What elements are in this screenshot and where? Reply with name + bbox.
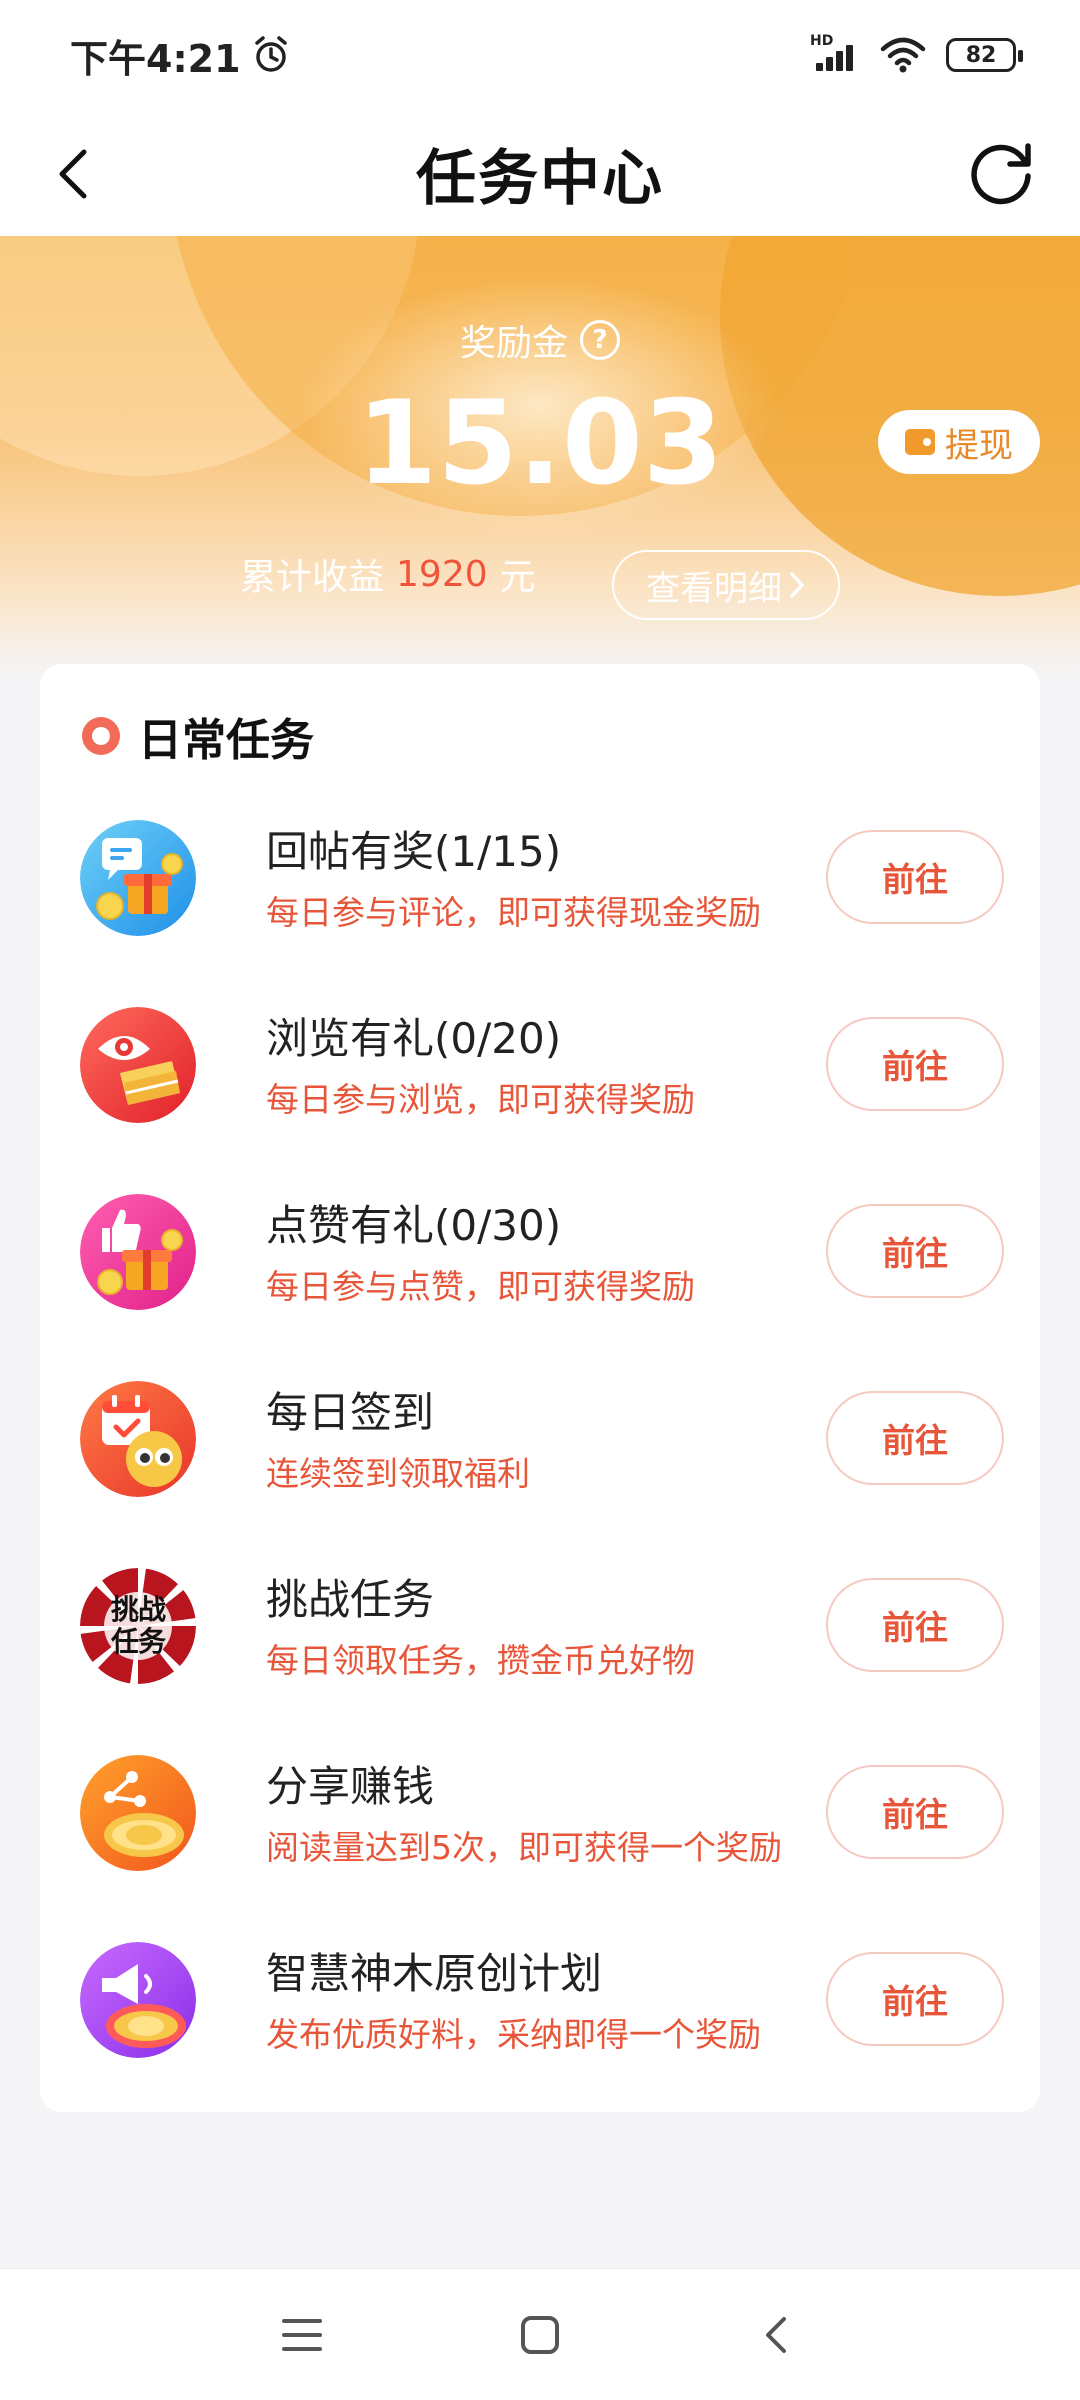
- status-time: 下午4:21: [70, 36, 241, 81]
- task-name: 分享赚钱: [266, 1762, 435, 1811]
- task-description: 每日领取任务，攒金币兑好物: [266, 1641, 695, 1680]
- earnings-value: 1920: [396, 553, 488, 595]
- go-button[interactable]: 前往: [826, 1204, 1004, 1298]
- task-description: 发布优质好料，采纳即得一个奖励: [266, 2015, 761, 2054]
- task-name: 点赞有礼(0/30): [266, 1201, 562, 1250]
- task-item-browse: 浏览有礼(0/20) 每日参与浏览，即可获得奖励 前往: [80, 995, 1004, 1135]
- wifi-icon: [880, 37, 926, 73]
- browse-eye-icon: [80, 1007, 196, 1123]
- total-earnings: 累计收益 1920 元: [240, 548, 536, 600]
- task-name: 智慧神木原创计划: [266, 1949, 603, 1998]
- challenge-badge-icon: 挑战 任务: [80, 1568, 196, 1684]
- section-dot-icon: [82, 717, 120, 755]
- share-coin-icon: [80, 1755, 196, 1871]
- task-description: 阅读量达到5次，即可获得一个奖励: [266, 1828, 782, 1867]
- task-item-reply: 回帖有奖(1/15) 每日参与评论，即可获得现金奖励 前往: [80, 808, 1004, 948]
- reward-label: 奖励金: [459, 323, 568, 364]
- refresh-icon: [971, 143, 1031, 205]
- thumbs-up-gift-icon: [80, 1194, 196, 1310]
- reward-label-row: 奖励金 ?: [0, 314, 1080, 366]
- go-button[interactable]: 前往: [826, 1578, 1004, 1672]
- daily-tasks-card: 日常任务 回帖有奖(1/15) 每日参与评论，即可获得现金奖励 前往 浏览有礼(…: [40, 664, 1040, 2112]
- challenge-badge-text: 挑战 任务: [110, 1593, 166, 1658]
- earnings-unit: 元: [499, 557, 536, 598]
- page-title: 任务中心: [416, 143, 664, 214]
- recent-apps-button[interactable]: [266, 2299, 338, 2371]
- go-button[interactable]: 前往: [826, 830, 1004, 924]
- home-square-icon: [521, 2316, 559, 2354]
- go-button[interactable]: 前往: [826, 1017, 1004, 1111]
- chevron-left-icon: [59, 149, 87, 199]
- calendar-checkin-icon: [80, 1381, 196, 1497]
- task-item-share: 分享赚钱 阅读量达到5次，即可获得一个奖励 前往: [80, 1743, 1004, 1883]
- go-button[interactable]: 前往: [826, 1952, 1004, 2046]
- alarm-icon: [254, 36, 287, 72]
- megaphone-coin-icon: [80, 1942, 196, 2058]
- help-icon[interactable]: ?: [580, 320, 620, 360]
- reward-banner: 奖励金 ? 15.03 提现 累计收益 1920 元 查看明细: [0, 236, 1080, 676]
- task-description: 每日参与评论，即可获得现金奖励: [266, 893, 761, 932]
- home-button[interactable]: [504, 2299, 576, 2371]
- task-description: 连续签到领取福利: [266, 1454, 530, 1493]
- refresh-button[interactable]: [960, 132, 1042, 214]
- chevron-right-icon: [790, 572, 804, 598]
- app-header: 任务中心: [0, 110, 1080, 236]
- battery-indicator: 82: [946, 38, 1023, 72]
- task-item-checkin: 每日签到 连续签到领取福利 前往: [80, 1369, 1004, 1509]
- cellular-signal-icon: HD: [810, 33, 860, 75]
- status-bar: 下午4:21 HD 82: [0, 0, 1080, 110]
- withdraw-button[interactable]: 提现: [878, 410, 1040, 474]
- task-name: 挑战任务: [266, 1575, 435, 1624]
- system-back-button[interactable]: [740, 2299, 812, 2371]
- comment-gift-icon: [80, 820, 196, 936]
- section-title: 日常任务: [82, 704, 314, 768]
- back-button[interactable]: [34, 134, 114, 214]
- go-button[interactable]: 前往: [826, 1391, 1004, 1485]
- task-name: 浏览有礼(0/20): [266, 1014, 562, 1063]
- withdraw-label: 提现: [945, 425, 1013, 466]
- wallet-icon: [905, 429, 935, 455]
- earnings-prefix: 累计收益: [240, 557, 385, 598]
- system-navigation-bar: [0, 2268, 1080, 2400]
- task-description: 每日参与点赞，即可获得奖励: [266, 1267, 695, 1306]
- detail-label: 查看明细: [646, 568, 782, 609]
- task-name: 每日签到: [266, 1388, 435, 1437]
- task-item-challenge: 挑战 任务 挑战任务 每日领取任务，攒金币兑好物 前往: [80, 1556, 1004, 1696]
- menu-icon: [282, 2319, 322, 2351]
- view-details-button[interactable]: 查看明细: [612, 550, 840, 620]
- task-item-like: 点赞有礼(0/30) 每日参与点赞，即可获得奖励 前往: [80, 1182, 1004, 1322]
- back-triangle-icon: [766, 2317, 786, 2353]
- task-item-original-plan: 智慧神木原创计划 发布优质好料，采纳即得一个奖励 前往: [80, 1930, 1004, 2070]
- task-description: 每日参与浏览，即可获得奖励: [266, 1080, 695, 1119]
- go-button[interactable]: 前往: [826, 1765, 1004, 1859]
- task-name: 回帖有奖(1/15): [266, 827, 562, 876]
